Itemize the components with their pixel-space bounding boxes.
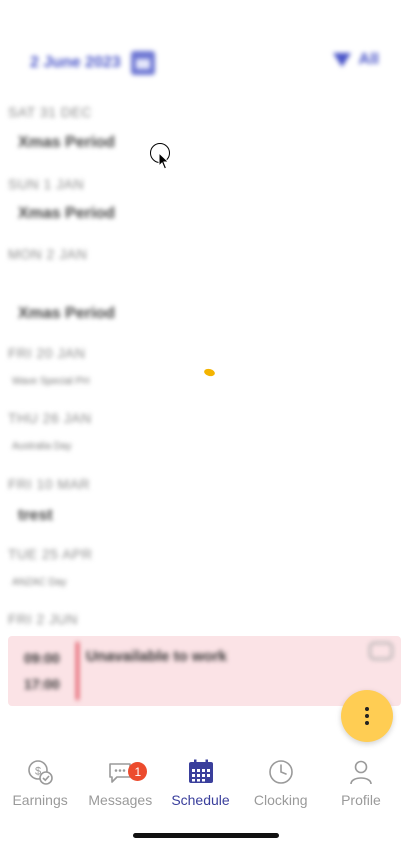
event-subtitle[interactable]: Australia Day xyxy=(12,441,71,452)
nav-label: Clocking xyxy=(253,792,308,808)
home-indicator[interactable] xyxy=(133,833,279,838)
event-title[interactable]: Xmas Period xyxy=(18,134,115,152)
user-icon xyxy=(347,758,375,786)
touch-dot xyxy=(203,367,216,378)
nav-schedule[interactable]: Schedule xyxy=(160,758,240,818)
day-label: MON 2 JAN xyxy=(8,246,88,262)
event-title[interactable]: Xmas Period xyxy=(18,205,115,223)
event-subtitle[interactable]: Wave Special PH xyxy=(12,376,89,387)
nav-messages[interactable]: 1 Messages xyxy=(80,758,160,818)
nav-label: Profile xyxy=(341,792,381,808)
time-range: 09:00 17:00 xyxy=(24,645,76,699)
bottom-nav: $ Earnings 1 Messages Schedule Clocking … xyxy=(0,758,401,818)
nav-label: Earnings xyxy=(12,792,68,808)
current-date: 2 June 2023 xyxy=(30,54,121,71)
nav-clocking[interactable]: Clocking xyxy=(241,758,321,818)
calendar-grid-icon xyxy=(187,758,215,786)
filter-label: All xyxy=(358,51,379,68)
unavailable-entry[interactable]: 09:00 17:00 Unavailable to work xyxy=(8,636,401,706)
event-title[interactable]: Xmas Period xyxy=(18,305,115,323)
day-label: SUN 1 JAN xyxy=(8,176,85,192)
comment-icon[interactable] xyxy=(369,642,393,660)
unread-badge: 1 xyxy=(128,762,148,781)
start-time: 09:00 xyxy=(24,650,60,666)
clock-icon xyxy=(267,758,295,786)
date-picker-button[interactable]: 2 June 2023 xyxy=(30,51,155,75)
nav-profile[interactable]: Profile xyxy=(321,758,401,818)
more-vertical-icon xyxy=(365,707,369,725)
day-label: FRI 20 JAN xyxy=(8,345,86,361)
event-title[interactable]: trest xyxy=(18,507,53,525)
entry-title: Unavailable to work xyxy=(86,648,227,665)
day-label: SAT 31 DEC xyxy=(8,104,92,120)
nav-label: Messages xyxy=(88,792,153,808)
earnings-icon: $ xyxy=(26,758,54,786)
schedule-header: 2 June 2023 All xyxy=(0,48,401,82)
nav-earnings[interactable]: $ Earnings xyxy=(0,758,80,818)
day-label: FRI 10 MAR xyxy=(8,476,91,492)
day-label: FRI 2 JUN xyxy=(8,611,78,627)
entry-color-bar xyxy=(76,642,79,700)
day-label: THU 26 JAN xyxy=(8,410,92,426)
calendar-icon xyxy=(130,51,155,75)
end-time: 17:00 xyxy=(24,676,60,692)
more-actions-button[interactable] xyxy=(341,690,393,742)
event-subtitle[interactable]: ANZAC Day xyxy=(12,577,66,588)
pointer-cursor-icon xyxy=(158,152,170,170)
filter-icon xyxy=(332,53,351,67)
nav-label: Schedule xyxy=(171,792,230,808)
filter-button[interactable]: All xyxy=(332,51,379,69)
day-label: TUE 25 APR xyxy=(8,546,93,562)
